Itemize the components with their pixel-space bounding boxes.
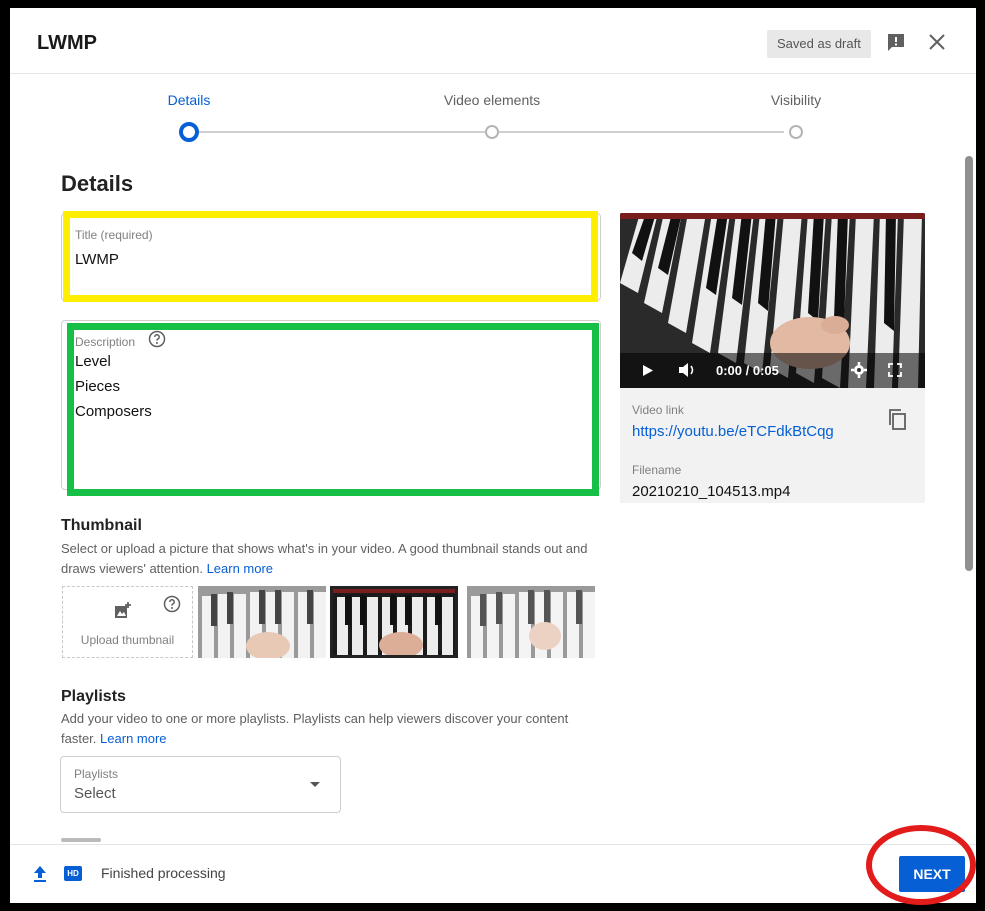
step-dot-video-elements[interactable] bbox=[485, 125, 499, 139]
dialog-title: LWMP bbox=[37, 32, 97, 54]
tab-visibility[interactable]: Visibility bbox=[771, 92, 821, 108]
scrollbar-thumb[interactable] bbox=[965, 156, 973, 571]
thumbnail-image bbox=[333, 589, 455, 655]
thumbnail-heading: Thumbnail bbox=[61, 517, 142, 534]
upload-thumbnail-label: Upload thumbnail bbox=[80, 633, 175, 647]
thumbnail-description-text: Select or upload a picture that shows wh… bbox=[61, 541, 588, 576]
filename-value: 20210210_104513.mp4 bbox=[632, 483, 791, 500]
close-icon[interactable] bbox=[927, 32, 947, 52]
add-photo-icon bbox=[115, 602, 131, 618]
hd-badge: HD bbox=[64, 866, 82, 881]
chevron-down-icon bbox=[310, 782, 320, 787]
playlists-dropdown[interactable]: Playlists Select bbox=[60, 756, 341, 813]
feedback-icon[interactable] bbox=[886, 32, 906, 52]
copy-icon[interactable] bbox=[887, 408, 909, 432]
tab-details[interactable]: Details bbox=[168, 92, 211, 108]
playlists-description: Add your video to one or more playlists.… bbox=[61, 709, 601, 749]
details-heading: Details bbox=[61, 171, 134, 196]
thumbnail-option[interactable] bbox=[198, 586, 326, 658]
upload-dialog: LWMP Saved as draft Details Video elemen… bbox=[10, 8, 976, 903]
playlists-learn-more-link[interactable]: Learn more bbox=[100, 731, 166, 746]
playlists-dropdown-label: Playlists bbox=[74, 767, 119, 781]
video-controls: 0:00 / 0:05 bbox=[620, 353, 925, 388]
filename-label: Filename bbox=[632, 463, 682, 477]
next-highlight bbox=[866, 825, 976, 905]
thumbnail-option-selected[interactable] bbox=[330, 586, 458, 658]
progress-stepper: Details Video elements Visibility bbox=[10, 74, 976, 154]
draft-status-badge: Saved as draft bbox=[767, 30, 871, 58]
thumbnail-image bbox=[467, 586, 595, 658]
upload-icon bbox=[34, 866, 46, 882]
dialog-header: LWMP Saved as draft bbox=[10, 8, 976, 74]
step-dot-details[interactable] bbox=[179, 122, 199, 142]
thumbnail-description: Select or upload a picture that shows wh… bbox=[61, 539, 601, 579]
processing-status: Finished processing bbox=[101, 865, 226, 881]
help-icon[interactable] bbox=[163, 595, 181, 613]
upload-thumbnail-button[interactable]: Upload thumbnail bbox=[62, 586, 193, 658]
video-time: 0:00 / 0:05 bbox=[716, 363, 779, 378]
title-highlight bbox=[63, 211, 598, 302]
volume-icon[interactable] bbox=[678, 362, 698, 378]
truncated-section-heading bbox=[61, 838, 101, 842]
dialog-footer: HD Finished processing NEXT bbox=[10, 844, 976, 903]
video-link[interactable]: https://youtu.be/eTCFdkBtCqg bbox=[632, 423, 834, 440]
thumbnail-option[interactable] bbox=[467, 586, 595, 658]
video-preview-card: 0:00 / 0:05 Video link https://youtu.be/… bbox=[620, 213, 925, 503]
video-link-label: Video link bbox=[632, 403, 684, 417]
playlists-heading: Playlists bbox=[61, 688, 126, 705]
step-dot-visibility[interactable] bbox=[789, 125, 803, 139]
description-highlight bbox=[67, 323, 599, 496]
play-icon[interactable] bbox=[642, 364, 654, 377]
thumbnail-learn-more-link[interactable]: Learn more bbox=[207, 561, 273, 576]
fullscreen-icon[interactable] bbox=[888, 363, 902, 377]
playlists-dropdown-value: Select bbox=[74, 785, 116, 802]
settings-gear-icon[interactable] bbox=[851, 362, 867, 378]
tab-video-elements[interactable]: Video elements bbox=[444, 92, 540, 108]
video-player[interactable]: 0:00 / 0:05 bbox=[620, 213, 925, 388]
thumbnail-image bbox=[198, 586, 326, 658]
